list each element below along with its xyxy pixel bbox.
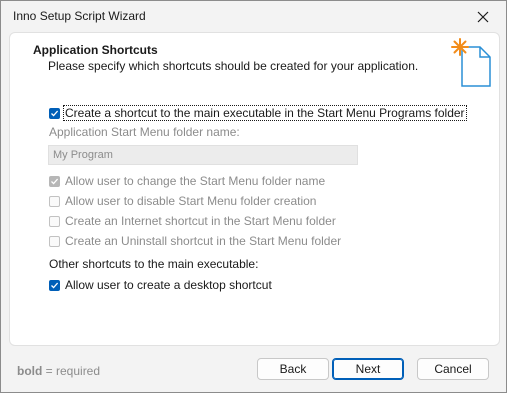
start-menu-shortcut-label: Create a shortcut to the main executable…	[63, 105, 467, 121]
allow-change-folder-checkbox[interactable]: Allow user to change the Start Menu fold…	[49, 173, 325, 189]
checkbox-checked-icon	[49, 107, 60, 119]
uninstall-shortcut-checkbox[interactable]: Create an Uninstall shortcut in the Star…	[49, 233, 341, 249]
required-legend-text: = required	[42, 364, 101, 378]
checkbox-checked-icon	[49, 279, 60, 291]
internet-shortcut-label: Create an Internet shortcut in the Start…	[65, 214, 336, 228]
allow-change-folder-label: Allow user to change the Start Menu fold…	[65, 174, 326, 188]
wizard-sparkle-document-icon	[451, 38, 491, 87]
title-bar[interactable]: Inno Setup Script Wizard	[1, 1, 506, 32]
checkbox-unchecked-icon	[49, 215, 60, 227]
next-button-label: Next	[355, 362, 381, 376]
folder-name-label: Application Start Menu folder name:	[49, 125, 240, 139]
allow-disable-folder-label: Allow user to disable Start Menu folder …	[65, 194, 317, 208]
checkbox-checked-icon	[49, 175, 60, 187]
page-title: Application Shortcuts	[33, 43, 158, 57]
close-icon	[477, 11, 489, 22]
wizard-page: Application Shortcuts Please specify whi…	[9, 32, 500, 346]
wizard-window: Inno Setup Script Wizard Application Sho…	[0, 0, 507, 393]
folder-name-field[interactable]: My Program	[48, 145, 358, 165]
other-shortcuts-label: Other shortcuts to the main executable:	[49, 257, 259, 271]
internet-shortcut-checkbox[interactable]: Create an Internet shortcut in the Start…	[49, 213, 336, 229]
desktop-shortcut-label: Allow user to create a desktop shortcut	[65, 278, 272, 292]
required-legend: bold = required	[17, 364, 100, 378]
checkbox-unchecked-icon	[49, 195, 60, 207]
desktop-shortcut-checkbox[interactable]: Allow user to create a desktop shortcut	[49, 277, 272, 293]
back-button-label: Back	[279, 362, 307, 376]
cancel-button[interactable]: Cancel	[417, 358, 489, 380]
uninstall-shortcut-label: Create an Uninstall shortcut in the Star…	[65, 234, 342, 248]
back-button[interactable]: Back	[257, 358, 329, 380]
page-subtitle: Please specify which shortcuts should be…	[48, 59, 419, 73]
close-button[interactable]	[460, 1, 506, 32]
required-legend-bold: bold	[17, 364, 43, 378]
cancel-button-label: Cancel	[434, 362, 472, 376]
checkbox-unchecked-icon	[49, 235, 60, 247]
allow-disable-folder-checkbox[interactable]: Allow user to disable Start Menu folder …	[49, 193, 316, 209]
window-title: Inno Setup Script Wizard	[13, 9, 146, 23]
next-button[interactable]: Next	[332, 358, 404, 380]
start-menu-shortcut-checkbox[interactable]: Create a shortcut to the main executable…	[49, 105, 467, 121]
